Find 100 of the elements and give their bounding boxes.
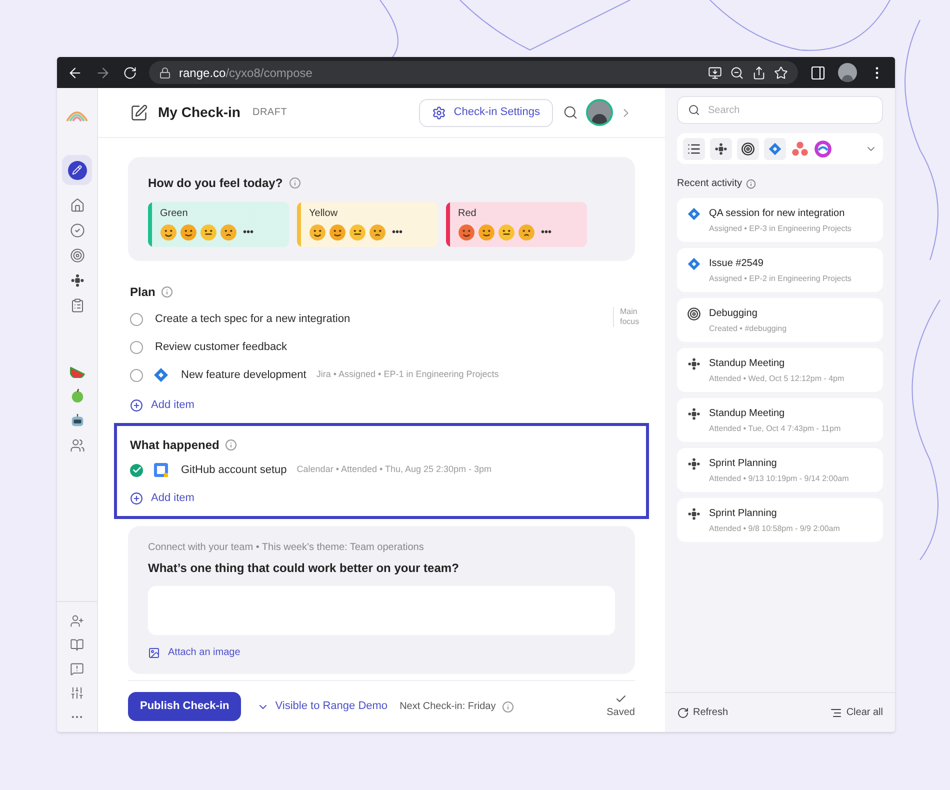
emoji-icon[interactable] (309, 224, 326, 241)
reload-icon[interactable] (123, 66, 137, 80)
activity-meta: Attended • 9/8 10:58pm - 9/9 2:00am (709, 523, 840, 535)
item-meta: Jira • Assigned • EP-1 in Engineering Projects (316, 368, 499, 382)
side-panel-icon[interactable] (810, 64, 826, 80)
pencil-icon (72, 165, 82, 175)
info-icon (746, 178, 756, 188)
search-icon[interactable] (563, 105, 578, 120)
add-item-button[interactable]: Add item (130, 486, 194, 510)
emoji-icon[interactable] (518, 224, 535, 241)
diamond-icon (687, 257, 701, 271)
prompt-theme: Connect with your team • This week’s theme: Team operations (148, 541, 425, 555)
activity-title: Sprint Planning (709, 507, 778, 521)
refresh-button[interactable]: Refresh (677, 705, 728, 720)
checkbox[interactable] (130, 312, 143, 326)
emoji-icon[interactable] (458, 224, 475, 241)
page-title: My Check-in (158, 103, 240, 122)
activity-meta: Attended • 9/13 10:19pm - 9/14 2:00am (709, 473, 849, 485)
add-item-button[interactable]: Add item (130, 393, 194, 417)
settings-button[interactable]: Check-in Settings (418, 98, 553, 126)
robot-icon[interactable] (70, 413, 84, 428)
activity-card[interactable]: Sprint Planning Attended • 9/13 10:19pm - 9/14 2:00am (677, 448, 883, 492)
more-emojis[interactable]: ••• (243, 225, 254, 240)
item-title: New feature development (181, 368, 306, 383)
share-icon[interactable] (752, 66, 766, 80)
network-icon (687, 407, 701, 421)
info-icon (288, 177, 301, 189)
visibility-dropdown[interactable]: Visible to Range Demo (257, 698, 388, 715)
list-icon[interactable] (683, 138, 705, 160)
address-bar[interactable]: range.co/cyxo8/compose (149, 61, 798, 84)
activity-meta: Attended • Wed, Oct 5 12:12pm - 4pm (709, 373, 844, 385)
mood-option[interactable]: Yellow ••• (297, 202, 438, 247)
prompt-question: What’s one thing that could work better on your team? (148, 560, 460, 577)
add-icon (130, 398, 143, 412)
activity-card[interactable]: Debugging Created • #debugging (677, 298, 883, 342)
home-icon[interactable] (70, 198, 84, 213)
user-avatar[interactable] (586, 99, 613, 126)
emoji-icon[interactable] (180, 224, 197, 241)
compose-nav-item[interactable] (62, 155, 92, 185)
install-icon[interactable] (708, 66, 722, 80)
info-icon (161, 286, 174, 298)
emoji-icon[interactable] (478, 224, 495, 241)
activity-card[interactable]: QA session for new integration Assigned • EP-3 in Engineering Projects (677, 198, 883, 242)
check-circle-icon[interactable] (70, 223, 84, 238)
checkbox[interactable] (130, 340, 143, 354)
feedback-icon[interactable] (70, 662, 84, 676)
activity-card[interactable]: Standup Meeting Attended • Tue, Oct 4 7:43pm - 11pm (677, 398, 883, 442)
mood-label: Green (160, 207, 189, 221)
network-icon (714, 142, 728, 156)
checked-checkbox[interactable] (130, 464, 143, 476)
activity-title: Standup Meeting (709, 407, 786, 421)
recent-activity-heading: Recent activity (677, 177, 742, 191)
activity-meta: Created • #debugging (709, 323, 787, 335)
refresh-icon (677, 706, 689, 718)
zoom-icon[interactable] (730, 66, 744, 80)
activity-card[interactable]: Issue #2549 Assigned • EP-2 in Engineering Projects (677, 248, 883, 292)
team-icon[interactable] (70, 438, 84, 453)
target-icon[interactable] (737, 138, 759, 160)
diamond-icon (687, 207, 701, 221)
url-text: range.co/cyxo8/compose (179, 64, 314, 82)
compose-icon (130, 104, 148, 122)
checkbox[interactable] (130, 368, 143, 382)
activity-card[interactable]: Standup Meeting Attended • Wed, Oct 5 12:12pm - 4pm (677, 348, 883, 392)
bookmark-icon[interactable] (774, 66, 788, 80)
emoji-icon[interactable] (220, 224, 237, 241)
attach-image-link[interactable]: Attach an image (148, 645, 240, 660)
publish-button[interactable]: Publish Check-in (128, 692, 242, 721)
emoji-icon[interactable] (200, 224, 217, 241)
add-icon (130, 492, 143, 504)
search-input[interactable]: Search (708, 97, 872, 123)
activity-meta: Assigned • EP-3 in Engineering Projects (709, 223, 852, 235)
emoji-icon[interactable] (498, 224, 515, 241)
mood-label: Yellow (309, 207, 339, 221)
invite-icon[interactable] (70, 614, 84, 628)
emoji-icon[interactable] (160, 224, 177, 241)
next-checkin-text: Next Check-in: Friday (400, 700, 496, 714)
sliders-icon[interactable] (70, 686, 84, 700)
clear-all-button[interactable]: Clear all (830, 705, 883, 720)
settings-icon (432, 106, 446, 120)
search-icon (688, 104, 700, 116)
emoji-icon[interactable] (349, 224, 366, 241)
what-happened-heading: What happened (130, 437, 220, 454)
clipboard-icon[interactable] (70, 298, 84, 313)
activity-title: Sprint Planning (709, 457, 778, 471)
more-emojis[interactable]: ••• (392, 225, 403, 240)
book-icon[interactable] (70, 638, 84, 652)
ring-icon[interactable] (814, 140, 832, 158)
search-field[interactable]: Search (677, 96, 883, 124)
profile-avatar[interactable] (838, 63, 857, 82)
more-emojis[interactable]: ••• (541, 225, 552, 240)
three-dots-icon[interactable] (791, 140, 809, 158)
lock-icon (159, 66, 171, 78)
check-icon (614, 693, 627, 705)
emoji-icon[interactable] (329, 224, 346, 241)
mood-option[interactable]: Red ••• (446, 202, 587, 247)
activity-card[interactable]: Sprint Planning Attended • 9/8 10:58pm - 9/9 2:00am (677, 498, 883, 542)
mood-option[interactable]: Green ••• (148, 202, 289, 247)
diamond-icon (153, 367, 169, 383)
emoji-icon[interactable] (369, 224, 386, 241)
saved-status: Saved (606, 706, 635, 720)
